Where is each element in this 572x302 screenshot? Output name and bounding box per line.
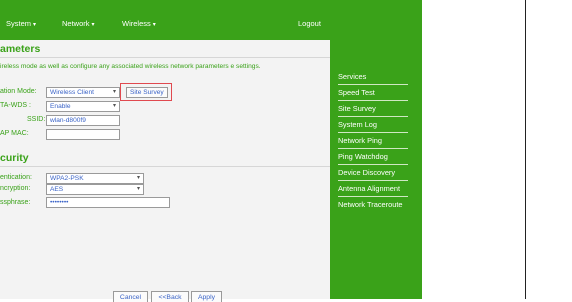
- sidebar-divider: [338, 164, 408, 165]
- encryption-value: AES: [50, 186, 64, 193]
- sidebar-item-network-traceroute[interactable]: Network Traceroute: [338, 200, 403, 210]
- wds-label: TA-WDS :: [0, 102, 31, 109]
- ap-mac-input[interactable]: [46, 129, 120, 140]
- nav-label: Wireless: [122, 19, 151, 28]
- ssid-input[interactable]: wlan-d800f9: [46, 115, 120, 126]
- sidebar-divider: [338, 100, 408, 101]
- screenshot-frame: System ▾ Network ▾ Wireless ▾ Logout ameter…: [0, 0, 572, 302]
- encryption-label: ncryption:: [0, 185, 31, 192]
- cancel-button[interactable]: Cancel: [113, 291, 148, 302]
- router-admin-window: System ▾ Network ▾ Wireless ▾ Logout ameter…: [0, 0, 422, 302]
- chevron-down-icon: ▾: [33, 22, 37, 28]
- nav-menu-network[interactable]: Network ▾: [62, 14, 95, 35]
- sidebar-divider: [338, 148, 408, 149]
- chevron-down-icon: ▾: [152, 22, 156, 28]
- ssid-label: SSID:: [27, 116, 46, 123]
- sidebar-divider: [338, 196, 408, 197]
- sidebar-item-device-discovery[interactable]: Device Discovery: [338, 168, 395, 178]
- sidebar-divider: [338, 180, 408, 181]
- wds-value: Enable: [50, 103, 71, 110]
- sidebar-item-antenna-alignment[interactable]: Antenna Alignment: [338, 184, 400, 194]
- chevron-down-icon: ▾: [136, 186, 140, 192]
- section-divider: [0, 57, 330, 58]
- sidebar-item-network-ping[interactable]: Network Ping: [338, 136, 382, 146]
- sidebar-item-ping-watchdog[interactable]: Ping Watchdog: [338, 152, 388, 162]
- nav-menu-wireless[interactable]: Wireless ▾: [122, 14, 156, 35]
- sidebar-item-site-survey[interactable]: Site Survey: [338, 104, 376, 114]
- nav-label: System: [6, 19, 32, 28]
- chevron-down-icon: ▾: [136, 175, 140, 181]
- security-section-title: curity: [0, 152, 29, 164]
- site-survey-highlight: Site Survey: [120, 83, 172, 101]
- passphrase-label: ssphrase:: [0, 199, 31, 206]
- wds-select[interactable]: Enable ▾: [46, 101, 120, 112]
- authentication-value: WPA2-PSK: [50, 175, 84, 182]
- passphrase-input[interactable]: ••••••••: [46, 197, 170, 208]
- window-edge-line: [525, 0, 526, 299]
- sidebar-divider: [338, 84, 408, 85]
- apply-button[interactable]: Apply: [191, 291, 222, 302]
- site-survey-button[interactable]: Site Survey: [126, 87, 168, 98]
- operation-mode-select[interactable]: Wireless Client ▾: [46, 87, 120, 98]
- back-button[interactable]: <<Back: [151, 291, 189, 302]
- operation-mode-value: Wireless Client: [50, 89, 94, 96]
- authentication-label: entication:: [0, 174, 32, 181]
- sidebar-divider: [338, 116, 408, 117]
- operation-mode-label: ation Mode:: [0, 88, 37, 95]
- sidebar-item-speed-test[interactable]: Speed Test: [338, 88, 375, 98]
- encryption-select[interactable]: AES ▾: [46, 184, 144, 195]
- section-divider: [0, 166, 330, 167]
- nav-label: Network: [62, 19, 90, 28]
- section-description: ireless mode as well as configure any as…: [0, 63, 261, 70]
- wireless-settings-panel: ameters ireless mode as well as configur…: [0, 40, 330, 302]
- sidebar-item-services[interactable]: Services: [338, 72, 366, 82]
- logout-link[interactable]: Logout: [298, 14, 321, 34]
- nav-menu-system[interactable]: System ▾: [6, 14, 36, 35]
- parameters-section-title: ameters: [0, 43, 41, 55]
- chevron-down-icon: ▾: [91, 22, 95, 28]
- tools-sidebar: Services Speed Test Site Survey System L…: [336, 0, 422, 299]
- ap-mac-label: AP MAC:: [0, 130, 29, 137]
- sidebar-item-system-log[interactable]: System Log: [338, 120, 377, 130]
- sidebar-divider: [338, 132, 408, 133]
- chevron-down-icon: ▾: [112, 103, 116, 109]
- authentication-select[interactable]: WPA2-PSK ▾: [46, 173, 144, 184]
- chevron-down-icon: ▾: [112, 89, 116, 95]
